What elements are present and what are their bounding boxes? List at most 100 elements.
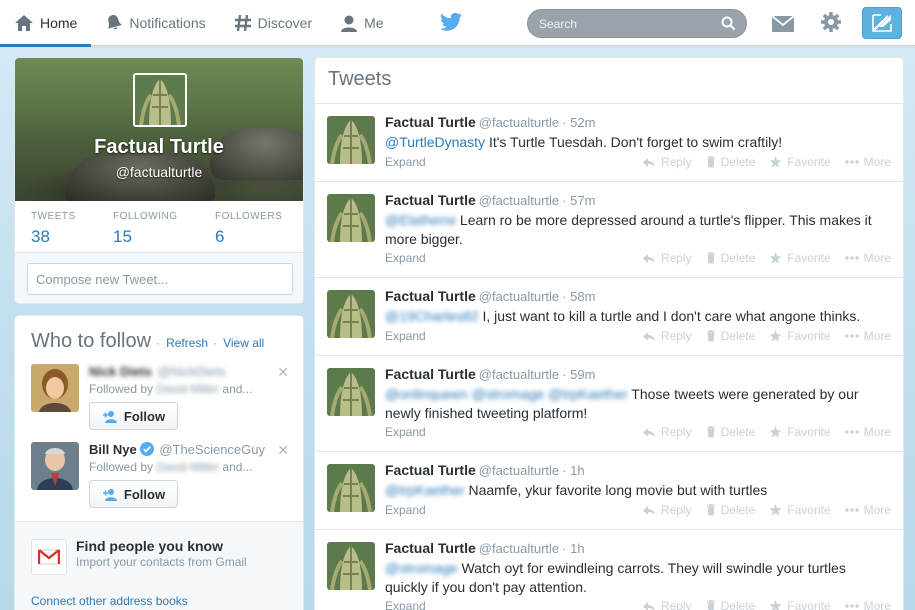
tweet-mention[interactable]: @trpKaether bbox=[385, 482, 465, 498]
profile-banner[interactable]: Factual Turtle @factualturtle bbox=[15, 58, 303, 201]
tweet-timestamp[interactable]: · 59m bbox=[562, 367, 595, 382]
gmail-icon[interactable] bbox=[31, 539, 67, 575]
more-action[interactable]: More bbox=[844, 425, 891, 439]
reply-action[interactable]: Reply bbox=[642, 251, 692, 265]
stat-tweets[interactable]: TWEETS 38 bbox=[31, 211, 113, 252]
profile-name[interactable]: Factual Turtle bbox=[15, 136, 303, 159]
compose-tweet-input[interactable] bbox=[27, 263, 293, 295]
connect-address-books-link[interactable]: Connect other address books bbox=[31, 594, 188, 608]
tweet-timestamp[interactable]: · 1h bbox=[562, 541, 584, 556]
follow-button[interactable]: Follow bbox=[89, 480, 178, 508]
expand-link[interactable]: Expand bbox=[385, 251, 426, 265]
tweet-author-handle[interactable]: @factualturtle bbox=[479, 115, 559, 130]
favorite-action[interactable]: Favorite bbox=[769, 425, 831, 439]
expand-link[interactable]: Expand bbox=[385, 425, 426, 439]
delete-action[interactable]: Delete bbox=[706, 503, 755, 517]
tweet[interactable]: Factual Turtle @factualturtle · 52m @Turtle… bbox=[315, 104, 903, 182]
tweet-author-name[interactable]: Factual Turtle bbox=[385, 288, 476, 304]
tweet-timestamp[interactable]: · 58m bbox=[562, 289, 595, 304]
profile-handle[interactable]: @factualturtle bbox=[15, 164, 303, 180]
profile-avatar[interactable] bbox=[133, 73, 187, 127]
tweet-mention[interactable]: @onlinqueen @stromage @trpKaether bbox=[385, 386, 628, 402]
stat-followers[interactable]: FOLLOWERS 6 bbox=[215, 211, 297, 252]
dismiss-close-icon[interactable]: ✕ bbox=[277, 364, 289, 381]
tweet-timestamp[interactable]: · 52m bbox=[562, 115, 595, 130]
suggestion-avatar[interactable] bbox=[31, 442, 79, 490]
more-action[interactable]: More bbox=[844, 155, 891, 169]
nav-notifications[interactable]: Notifications bbox=[91, 0, 219, 46]
tweet[interactable]: Factual Turtle @factualturtle · 59m @onlinq… bbox=[315, 356, 903, 452]
tweet-author-name[interactable]: Factual Turtle bbox=[385, 462, 476, 478]
reply-action[interactable]: Reply bbox=[642, 599, 692, 610]
dismiss-close-icon[interactable]: ✕ bbox=[277, 442, 289, 459]
tweet-timestamp[interactable]: · 57m bbox=[562, 193, 595, 208]
expand-link[interactable]: Expand bbox=[385, 503, 426, 517]
tweet-author-handle[interactable]: @factualturtle bbox=[479, 289, 559, 304]
search-icon[interactable] bbox=[721, 16, 736, 31]
suggestion-handle[interactable]: @NickDiets bbox=[158, 364, 226, 379]
tweet-author-name[interactable]: Factual Turtle bbox=[385, 114, 476, 130]
favorite-action[interactable]: Favorite bbox=[769, 503, 831, 517]
nav-me[interactable]: Me bbox=[326, 0, 397, 46]
more-action[interactable]: More bbox=[844, 599, 891, 610]
stat-following[interactable]: FOLLOWING 15 bbox=[113, 211, 215, 252]
reply-action[interactable]: Reply bbox=[642, 503, 692, 517]
more-action[interactable]: More bbox=[844, 251, 891, 265]
tweet-avatar[interactable] bbox=[327, 290, 375, 338]
suggestion-avatar[interactable] bbox=[31, 364, 79, 412]
nav-discover[interactable]: Discover bbox=[220, 0, 326, 46]
favorite-action[interactable]: Favorite bbox=[769, 329, 831, 343]
view-all-link[interactable]: View all bbox=[223, 336, 264, 350]
tweet[interactable]: Factual Turtle @factualturtle · 58m @19Char… bbox=[315, 278, 903, 356]
suggestion-name[interactable]: Nick Diets bbox=[89, 364, 152, 379]
suggestion-name[interactable]: Bill Nye bbox=[89, 442, 137, 457]
tweet-mention[interactable]: @stromage bbox=[385, 560, 458, 576]
tweet-author-handle[interactable]: @factualturtle bbox=[479, 463, 559, 478]
tweet-author-handle[interactable]: @factualturtle bbox=[479, 367, 559, 382]
tweet-avatar[interactable] bbox=[327, 464, 375, 512]
messages-envelope-icon[interactable] bbox=[771, 13, 795, 33]
follow-button[interactable]: Follow bbox=[89, 402, 178, 430]
delete-action[interactable]: Delete bbox=[706, 251, 755, 265]
tweet-mention[interactable]: @Elatherre bbox=[385, 212, 456, 228]
reply-action[interactable]: Reply bbox=[642, 329, 692, 343]
tweet-mention[interactable]: @TurtleDynasty bbox=[385, 134, 485, 150]
gear-icon[interactable] bbox=[820, 11, 842, 33]
delete-action[interactable]: Delete bbox=[706, 329, 755, 343]
reply-action[interactable]: Reply bbox=[642, 425, 692, 439]
more-action[interactable]: More bbox=[844, 329, 891, 343]
tweet-author-name[interactable]: Factual Turtle bbox=[385, 192, 476, 208]
search-box[interactable] bbox=[527, 9, 747, 38]
tweet-author-name[interactable]: Factual Turtle bbox=[385, 540, 476, 556]
delete-action[interactable]: Delete bbox=[706, 599, 755, 610]
compose-tweet-button[interactable] bbox=[862, 7, 902, 39]
favorite-action[interactable]: Favorite bbox=[769, 251, 831, 265]
more-action[interactable]: More bbox=[844, 503, 891, 517]
tweet-avatar[interactable] bbox=[327, 368, 375, 416]
tweet-author-name[interactable]: Factual Turtle bbox=[385, 366, 476, 382]
tweet-avatar[interactable] bbox=[327, 542, 375, 590]
expand-link[interactable]: Expand bbox=[385, 599, 426, 610]
tweet-mention[interactable]: @19Charles82 bbox=[385, 308, 479, 324]
delete-action[interactable]: Delete bbox=[706, 155, 755, 169]
tweet-avatar[interactable] bbox=[327, 194, 375, 242]
favorite-action[interactable]: Favorite bbox=[769, 155, 831, 169]
expand-link[interactable]: Expand bbox=[385, 155, 426, 169]
tweet-author-handle[interactable]: @factualturtle bbox=[479, 541, 559, 556]
twitter-bird-icon[interactable] bbox=[440, 12, 462, 32]
favorite-action[interactable]: Favorite bbox=[769, 599, 831, 610]
refresh-link[interactable]: Refresh bbox=[166, 336, 208, 350]
expand-link[interactable]: Expand bbox=[385, 329, 426, 343]
tweet[interactable]: Factual Turtle @factualturtle · 57m @Elathe… bbox=[315, 182, 903, 278]
followed-by-name[interactable]: David Miller bbox=[156, 382, 219, 396]
search-input[interactable] bbox=[528, 10, 708, 37]
tweet-author-handle[interactable]: @factualturtle bbox=[479, 193, 559, 208]
delete-action[interactable]: Delete bbox=[706, 425, 755, 439]
followed-by-name[interactable]: David Miller bbox=[156, 460, 219, 474]
tweet-timestamp[interactable]: · 1h bbox=[562, 463, 584, 478]
reply-action[interactable]: Reply bbox=[642, 155, 692, 169]
find-people-title[interactable]: Find people you know bbox=[76, 538, 223, 554]
suggestion-handle[interactable]: @TheScienceGuy bbox=[159, 442, 265, 457]
tweet-avatar[interactable] bbox=[327, 116, 375, 164]
nav-home[interactable]: Home bbox=[0, 0, 92, 47]
